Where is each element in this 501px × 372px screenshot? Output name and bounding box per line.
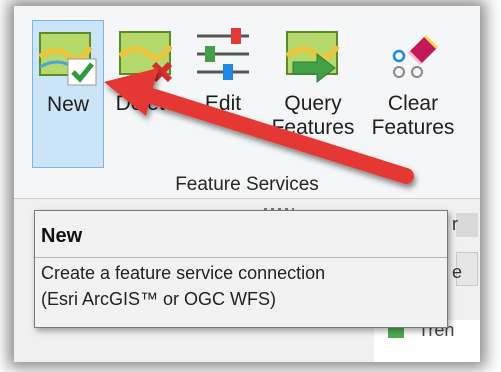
tooltip-description-line-1: Create a feature service connection: [41, 263, 326, 283]
background-text-1: r: [452, 214, 458, 234]
map-arrow-icon: [285, 31, 340, 84]
map-delete-icon: [118, 31, 173, 83]
edit-button[interactable]: Edit: [182, 20, 264, 168]
delete-label: Delete: [115, 92, 177, 115]
delete-button[interactable]: Delete: [110, 20, 182, 168]
new-button[interactable]: New: [32, 20, 104, 168]
query-features-button[interactable]: Query Features: [270, 20, 356, 168]
background-text-2: e: [452, 262, 463, 282]
query-features-label-1: Query: [284, 92, 342, 115]
tooltip: New Create a feature service connection …: [34, 210, 448, 328]
background-tab: [456, 213, 478, 237]
sliders-icon: [197, 28, 249, 80]
group-label: Feature Services: [175, 174, 319, 195]
tooltip-title: New: [41, 225, 83, 247]
map-check-icon: [38, 32, 97, 86]
new-label: New: [46, 93, 89, 116]
ribbon-panel: New Delete Edit Query Features Clear Fea…: [14, 6, 480, 206]
eraser-icon: [392, 34, 439, 78]
clear-features-button[interactable]: Clear Features: [366, 20, 460, 168]
clear-features-label-2: Features: [371, 116, 455, 139]
query-features-label-2: Features: [271, 116, 355, 139]
tooltip-divider: [35, 257, 447, 258]
edit-label: Edit: [204, 92, 242, 115]
clear-features-label-1: Clear: [387, 92, 439, 115]
tooltip-description-line-2: (Esri ArcGIS™ or OGC WFS): [41, 289, 277, 309]
